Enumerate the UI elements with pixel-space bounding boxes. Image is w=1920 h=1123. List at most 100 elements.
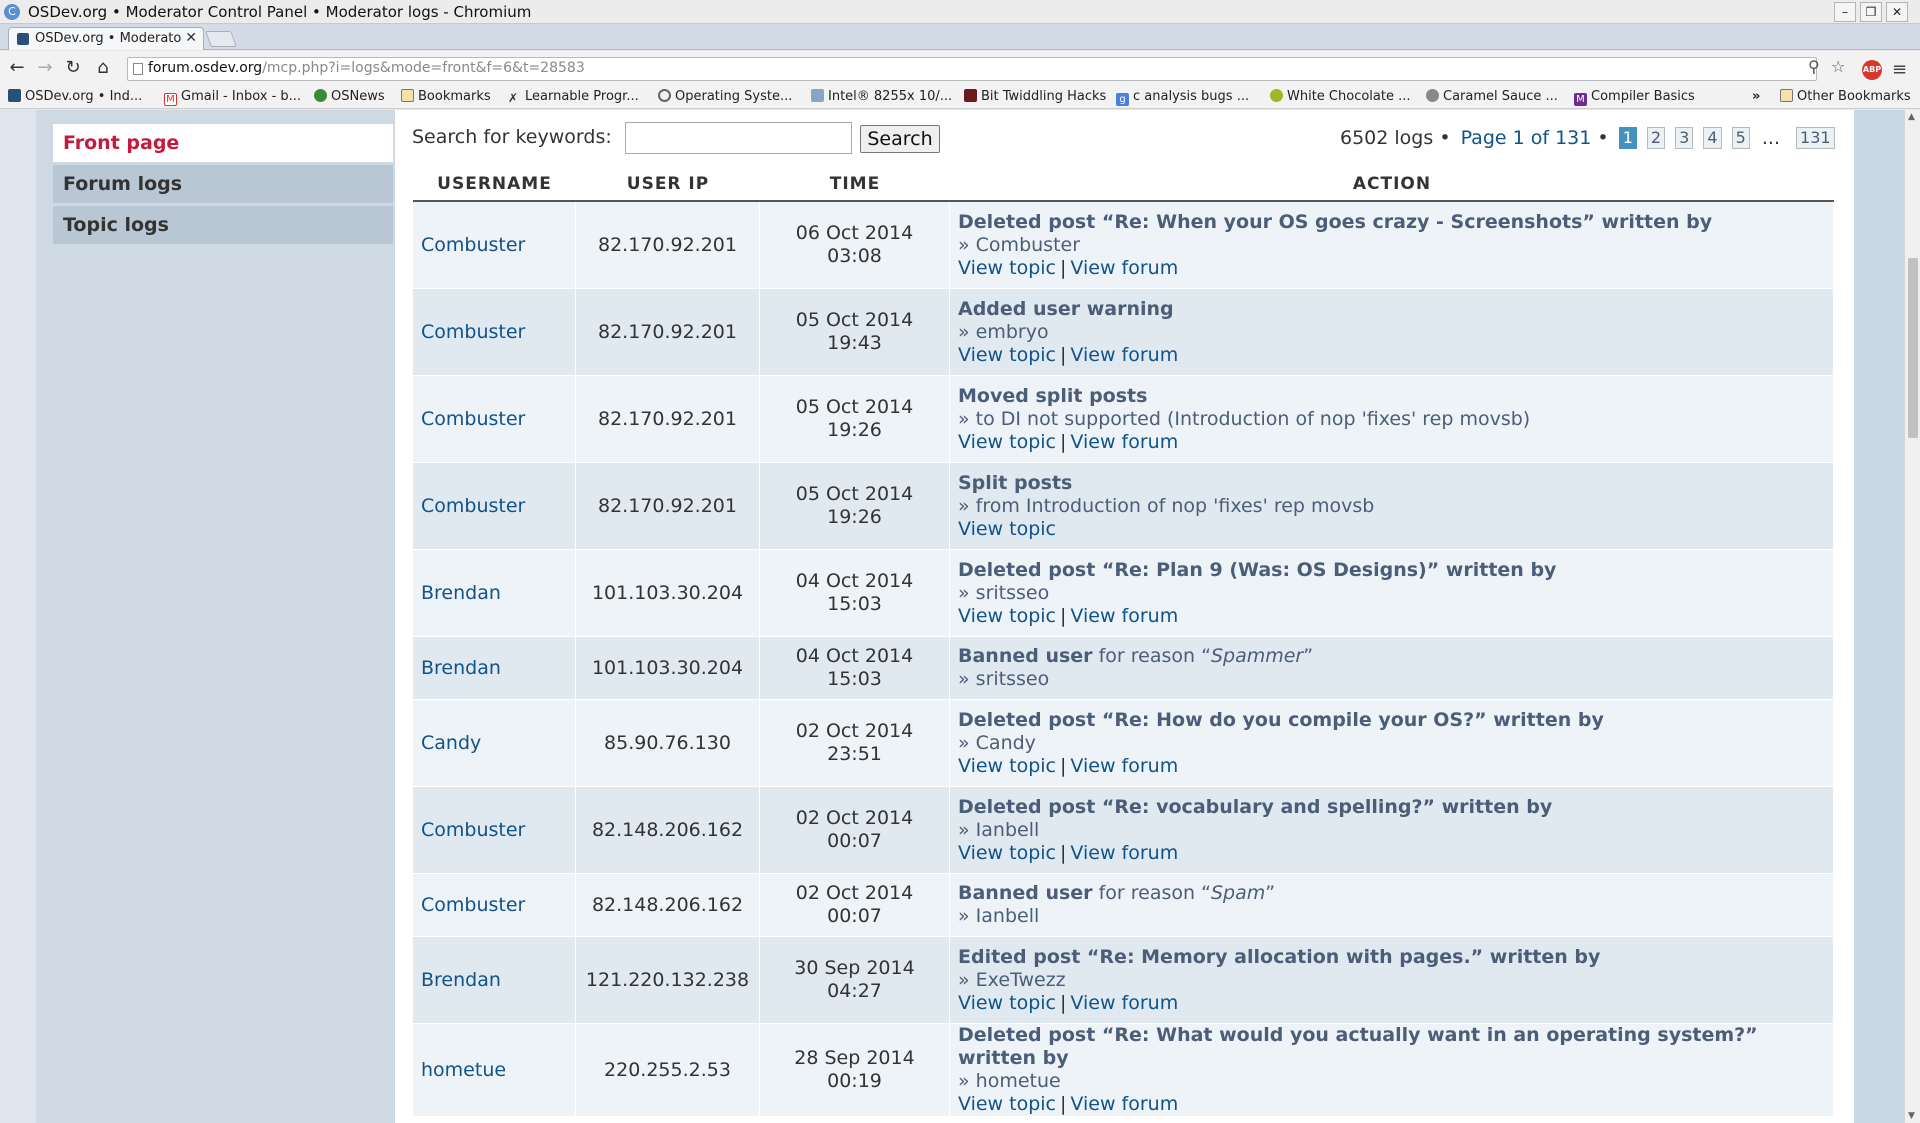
bookmark-star-icon[interactable]: ☆: [1831, 57, 1845, 77]
tab-close-icon[interactable]: ✕: [185, 30, 197, 46]
view-topic-link[interactable]: View topic: [958, 344, 1056, 366]
user-ip: 82.170.92.201: [576, 463, 760, 550]
scrollbar-thumb[interactable]: [1908, 258, 1918, 438]
action-detail: » from Introduction of nop 'fixes' rep m…: [958, 494, 1375, 517]
bookmark-c-analysis[interactable]: gc analysis bugs ...: [1116, 87, 1249, 107]
search-button[interactable]: Search: [860, 125, 940, 153]
page-3[interactable]: 3: [1675, 127, 1694, 149]
action-title: Added user warning: [958, 297, 1174, 320]
view-topic-link[interactable]: View topic: [958, 992, 1056, 1014]
view-forum-link[interactable]: View forum: [1070, 344, 1178, 366]
page-2[interactable]: 2: [1646, 127, 1666, 149]
bookmark-osdev[interactable]: OSDev.org • Ind...: [8, 87, 142, 107]
bookmark-intel[interactable]: Intel® 8255x 10/...: [811, 87, 952, 107]
action-links: View topic: [958, 518, 1825, 541]
view-topic-link[interactable]: View topic: [958, 431, 1056, 453]
log-action: Banned user for reason “Spammer”» sritss…: [950, 637, 1834, 700]
bookmark-gmail[interactable]: M Gmail - Inbox - b...: [164, 87, 301, 107]
bookmarks-bar: OSDev.org • Ind... M Gmail - Inbox - b...…: [0, 85, 1920, 109]
view-forum-link[interactable]: View forum: [1070, 842, 1178, 864]
bookmark-other-bookmarks[interactable]: Other Bookmarks: [1780, 87, 1911, 107]
action-detail: » Candy: [958, 731, 1036, 754]
scroll-up-icon[interactable]: ▲: [1908, 112, 1915, 122]
page-viewport: Front page Forum logs Topic logs Search …: [0, 110, 1904, 1123]
bookmark-folder-bookmarks[interactable]: Bookmarks: [401, 87, 491, 107]
view-topic-link[interactable]: View topic: [958, 257, 1056, 279]
username-link[interactable]: Combuster: [413, 376, 576, 463]
log-clock: 00:07: [827, 905, 882, 927]
log-time: 28 Sep 2014 00:19: [760, 1024, 950, 1117]
bookmark-compiler-basics[interactable]: M Compiler Basics: [1574, 87, 1695, 107]
username-link[interactable]: Candy: [413, 700, 576, 787]
bookmark-osnews[interactable]: OSNews: [314, 87, 385, 107]
username-link[interactable]: hometue: [413, 1024, 576, 1117]
bookmarks-overflow-icon[interactable]: »: [1752, 87, 1760, 107]
username-link[interactable]: Combuster: [413, 202, 576, 289]
bookmark-white-chocolate[interactable]: White Chocolate ...: [1270, 87, 1411, 107]
user-ip: 82.148.206.162: [576, 874, 760, 937]
table-row: Combuster 82.170.92.201 06 Oct 2014 03:08 De…: [413, 202, 1834, 289]
link-separator: |: [1060, 1093, 1067, 1115]
browser-tab[interactable]: OSDev.org • Moderato ✕: [8, 27, 204, 50]
view-forum-link[interactable]: View forum: [1070, 605, 1178, 627]
page-info[interactable]: Page 1 of 131: [1461, 127, 1592, 149]
view-topic-link[interactable]: View topic: [958, 842, 1056, 864]
new-tab-button[interactable]: [205, 31, 237, 47]
reload-icon[interactable]: ↻: [62, 57, 84, 79]
address-url[interactable]: forum.osdev.org/mcp.php?i=logs&mode=fron…: [148, 60, 585, 76]
view-topic-link[interactable]: View topic: [958, 518, 1056, 540]
maximize-icon[interactable]: ❐: [1860, 2, 1882, 22]
action-links: View topic | View forum: [958, 842, 1825, 865]
username-link[interactable]: Combuster: [413, 463, 576, 550]
minimize-icon[interactable]: –: [1834, 2, 1856, 22]
zoom-icon[interactable]: ⚲: [1808, 57, 1820, 77]
view-topic-link[interactable]: View topic: [958, 755, 1056, 777]
sidebar-item-topic-logs[interactable]: Topic logs: [53, 206, 393, 244]
page-5[interactable]: 5: [1731, 127, 1750, 149]
action-title: Edited post “Re: Memory allocation with …: [958, 945, 1601, 968]
bit-twiddling-icon: [964, 89, 977, 102]
view-forum-link[interactable]: View forum: [1070, 755, 1178, 777]
username-link[interactable]: Combuster: [413, 289, 576, 376]
log-time: 30 Sep 2014 04:27: [760, 937, 950, 1024]
view-forum-link[interactable]: View forum: [1070, 992, 1178, 1014]
scroll-down-icon[interactable]: ▼: [1908, 1111, 1915, 1121]
home-icon[interactable]: ⌂: [92, 57, 114, 79]
username-link[interactable]: Brendan: [413, 937, 576, 1024]
username-link[interactable]: Combuster: [413, 787, 576, 874]
user-ip: 121.220.132.238: [576, 937, 760, 1024]
action-detail: » ExeTwezz: [958, 968, 1066, 991]
log-time: 05 Oct 2014 19:26: [760, 376, 950, 463]
bookmark-caramel-sauce[interactable]: Caramel Sauce ...: [1426, 87, 1558, 107]
page-last[interactable]: 131: [1796, 127, 1835, 149]
bookmark-operating-systems[interactable]: Operating Syste...: [658, 87, 792, 107]
username-link[interactable]: Combuster: [413, 874, 576, 937]
view-forum-link[interactable]: View forum: [1070, 431, 1178, 453]
sidebar-item-forum-logs[interactable]: Forum logs: [53, 165, 393, 203]
osdev-favicon-icon: [17, 33, 29, 45]
view-forum-link[interactable]: View forum: [1070, 257, 1178, 279]
sidebar-item-front-page[interactable]: Front page: [53, 124, 393, 162]
bookmark-learnable[interactable]: ✗ Learnable Progr...: [508, 87, 639, 107]
bookmark-bit-twiddling[interactable]: Bit Twiddling Hacks: [964, 87, 1106, 107]
menu-icon[interactable]: ≡: [1892, 59, 1907, 80]
search-input[interactable]: [625, 122, 852, 154]
osnews-icon: [314, 89, 327, 102]
view-forum-link[interactable]: View forum: [1070, 1093, 1178, 1115]
page-4[interactable]: 4: [1703, 127, 1722, 149]
page-right-margin: [1854, 110, 1904, 1123]
view-topic-link[interactable]: View topic: [958, 605, 1056, 627]
forward-icon[interactable]: →: [34, 57, 56, 79]
username-link[interactable]: Brendan: [413, 637, 576, 700]
scrollbar[interactable]: ▲ ▼: [1904, 110, 1920, 1123]
back-icon[interactable]: ←: [6, 57, 28, 79]
address-bar[interactable]: forum.osdev.org/mcp.php?i=logs&mode=fron…: [127, 57, 1817, 81]
close-window-icon[interactable]: ✕: [1886, 2, 1908, 22]
adblock-icon[interactable]: ABP: [1862, 60, 1882, 80]
page-1: 1: [1618, 127, 1637, 149]
username-link[interactable]: Brendan: [413, 550, 576, 637]
view-topic-link[interactable]: View topic: [958, 1093, 1056, 1115]
log-time: 02 Oct 2014 00:07: [760, 874, 950, 937]
pagination-separator: •: [1597, 127, 1609, 149]
user-ip: 82.148.206.162: [576, 787, 760, 874]
